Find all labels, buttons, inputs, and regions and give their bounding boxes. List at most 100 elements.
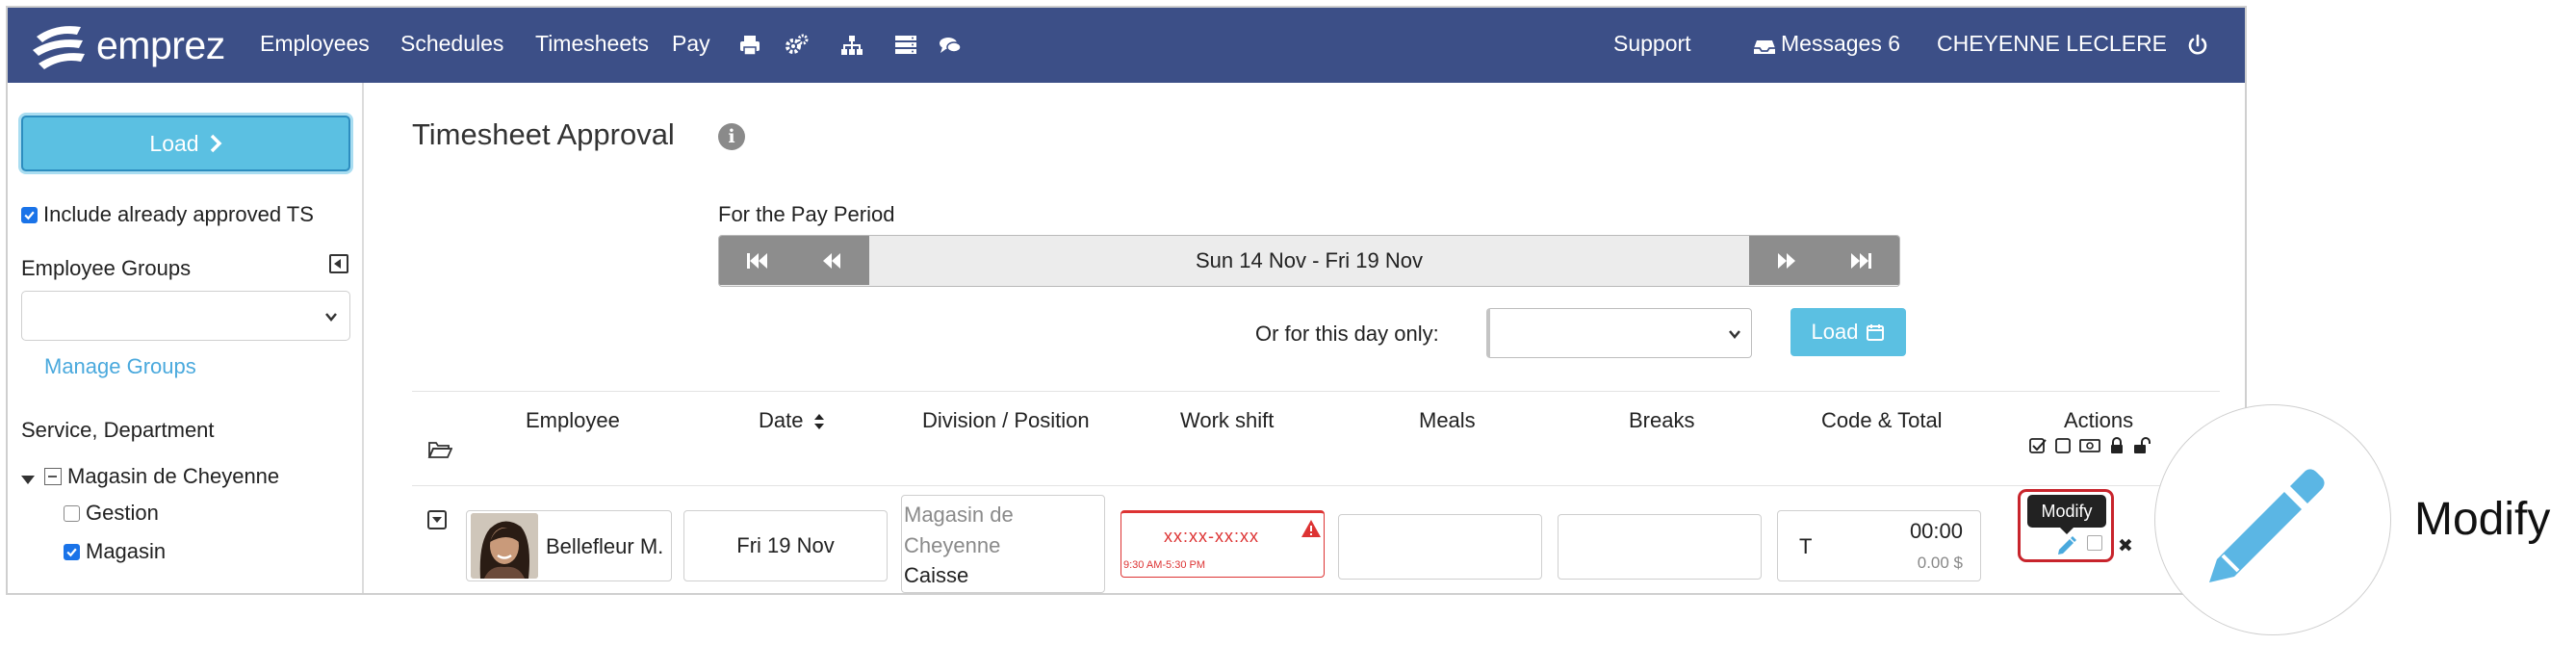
folder-open-icon[interactable]	[427, 439, 452, 460]
col-code-total: Code & Total	[1821, 408, 1943, 432]
tree-root-label[interactable]: Magasin de Cheyenne	[67, 464, 279, 489]
divider	[412, 485, 2220, 486]
chevron-right-icon	[210, 134, 222, 153]
tooltip-text: Modify	[2041, 501, 2093, 521]
cogs-icon[interactable]	[784, 33, 809, 58]
pencil-icon[interactable]	[2056, 535, 2077, 556]
day-load-button[interactable]: Load	[1790, 308, 1906, 356]
main-content: Timesheet Approval i For the Pay Period …	[366, 83, 2245, 593]
brand-logo-mark	[33, 26, 85, 69]
nav-support[interactable]: Support	[1613, 31, 1691, 57]
include-approved-row[interactable]: Include already approved TS	[21, 202, 314, 227]
row-shift-scheduled: 9:30 AM-5:30 PM	[1123, 559, 1205, 571]
code-total-cell[interactable]: T 00:00 0.00 $	[1777, 510, 1981, 581]
breaks-cell[interactable]	[1558, 514, 1762, 580]
chevron-down-icon	[1729, 330, 1740, 339]
col-date[interactable]: Date	[759, 408, 825, 433]
col-breaks: Breaks	[1629, 408, 1695, 432]
row-select-checkbox[interactable]	[2087, 535, 2102, 551]
brand-logo[interactable]: emprez	[29, 21, 225, 69]
manage-groups-link[interactable]: Manage Groups	[44, 354, 196, 379]
backward-icon	[823, 252, 840, 269]
last-period-button[interactable]	[1824, 236, 1899, 285]
nav-pay[interactable]: Pay	[672, 31, 710, 57]
money-icon[interactable]	[2079, 437, 2100, 454]
work-shift-cell[interactable]: xx:xx-xx:xx 9:30 AM-5:30 PM	[1121, 510, 1325, 578]
service-department-label: Service, Department	[21, 418, 215, 442]
day-only-label: Or for this day only:	[1255, 322, 1439, 346]
app-window: emprez Employees Schedules Timesheets Pa…	[6, 6, 2247, 595]
nav-schedules[interactable]: Schedules	[400, 31, 503, 57]
row-date: Fri 19 Nov	[736, 533, 835, 557]
nav-user[interactable]: CHEYENNE LECLERE	[1937, 31, 2167, 57]
tree-collapse-minus-icon[interactable]	[44, 468, 62, 485]
check-all-icon[interactable]	[2029, 437, 2047, 454]
meals-cell[interactable]	[1338, 514, 1542, 580]
employee-groups-label: Employee Groups	[21, 256, 192, 280]
employee-groups-select[interactable]	[21, 291, 350, 341]
forward-icon	[1778, 252, 1795, 269]
tree-item-gestion[interactable]: Gestion	[64, 501, 159, 526]
row-code: T	[1799, 534, 1813, 558]
page-title: Timesheet Approval	[412, 117, 675, 151]
comments-icon[interactable]	[938, 33, 963, 58]
include-approved-checkbox[interactable]	[21, 206, 38, 223]
modify-tooltip: Modify	[2027, 495, 2106, 534]
employee-name: Bellefleur M.	[546, 534, 664, 558]
sidebar-load-label: Load	[149, 130, 199, 156]
col-actions: Actions	[2064, 408, 2134, 432]
divider	[412, 391, 2220, 392]
col-division-position: Division / Position	[922, 408, 1090, 432]
nav-employees[interactable]: Employees	[260, 31, 370, 57]
calendar-icon	[1867, 324, 1885, 341]
sidebar-load-button[interactable]: Load	[21, 116, 350, 171]
tree-expand-caret-icon[interactable]	[21, 476, 35, 484]
prev-period-button[interactable]	[794, 236, 869, 285]
tree-item-label: Gestion	[86, 501, 159, 525]
uncheck-all-icon[interactable]	[2054, 437, 2072, 454]
row-shift: xx:xx-xx:xx	[1164, 527, 1259, 546]
col-date-label: Date	[759, 408, 804, 432]
next-period-button[interactable]	[1749, 236, 1824, 285]
magasin-checkbox[interactable]	[64, 543, 80, 560]
chevron-down-icon	[325, 313, 337, 322]
nav-timesheets[interactable]: Timesheets	[535, 31, 649, 57]
brand-name: emprez	[96, 22, 225, 67]
division-cell[interactable]: Magasin de Cheyenne Caisse	[901, 495, 1105, 593]
day-only-select[interactable]	[1486, 308, 1752, 358]
tree-item-label: Magasin	[86, 539, 167, 563]
close-icon[interactable]: ✖	[2118, 535, 2133, 557]
tree-item-magasin[interactable]: Magasin	[64, 539, 166, 564]
row-expand-icon[interactable]	[427, 510, 447, 529]
warning-icon	[1301, 520, 1321, 537]
sidebar: Load Include already approved TS Employe…	[8, 83, 364, 593]
avatar	[471, 513, 538, 579]
col-work-shift: Work shift	[1180, 408, 1275, 432]
employee-cell[interactable]: Bellefleur M.	[466, 510, 672, 581]
row-total-time: 00:00	[1909, 519, 1963, 543]
inbox-icon[interactable]	[1752, 33, 1775, 58]
pencil-icon	[2209, 469, 2325, 582]
fast-backward-icon	[747, 252, 767, 269]
server-icon[interactable]	[893, 33, 918, 58]
unlock-icon[interactable]	[2133, 437, 2151, 454]
nav-messages[interactable]: Messages 6	[1781, 31, 1900, 57]
col-meals: Meals	[1419, 408, 1476, 432]
fast-forward-icon	[1851, 252, 1871, 269]
col-employee: Employee	[526, 408, 620, 432]
printer-icon[interactable]	[737, 33, 762, 58]
gestion-checkbox[interactable]	[64, 504, 80, 522]
pay-period-pager: Sun 14 Nov - Fri 19 Nov	[718, 235, 1900, 287]
row-division: Magasin de Cheyenne	[904, 503, 1014, 557]
first-period-button[interactable]	[719, 236, 794, 285]
date-cell: Fri 19 Nov	[683, 510, 888, 581]
zoom-callout	[2154, 404, 2391, 635]
bulk-actions	[2029, 437, 2151, 454]
power-icon[interactable]	[2185, 33, 2210, 58]
sitemap-icon[interactable]	[839, 33, 864, 58]
collapse-sidebar-icon[interactable]	[329, 254, 348, 273]
day-load-label: Load	[1811, 320, 1859, 344]
info-icon[interactable]: i	[718, 123, 745, 150]
row-total-amount: 0.00 $	[1917, 554, 1963, 572]
lock-icon[interactable]	[2108, 437, 2125, 454]
